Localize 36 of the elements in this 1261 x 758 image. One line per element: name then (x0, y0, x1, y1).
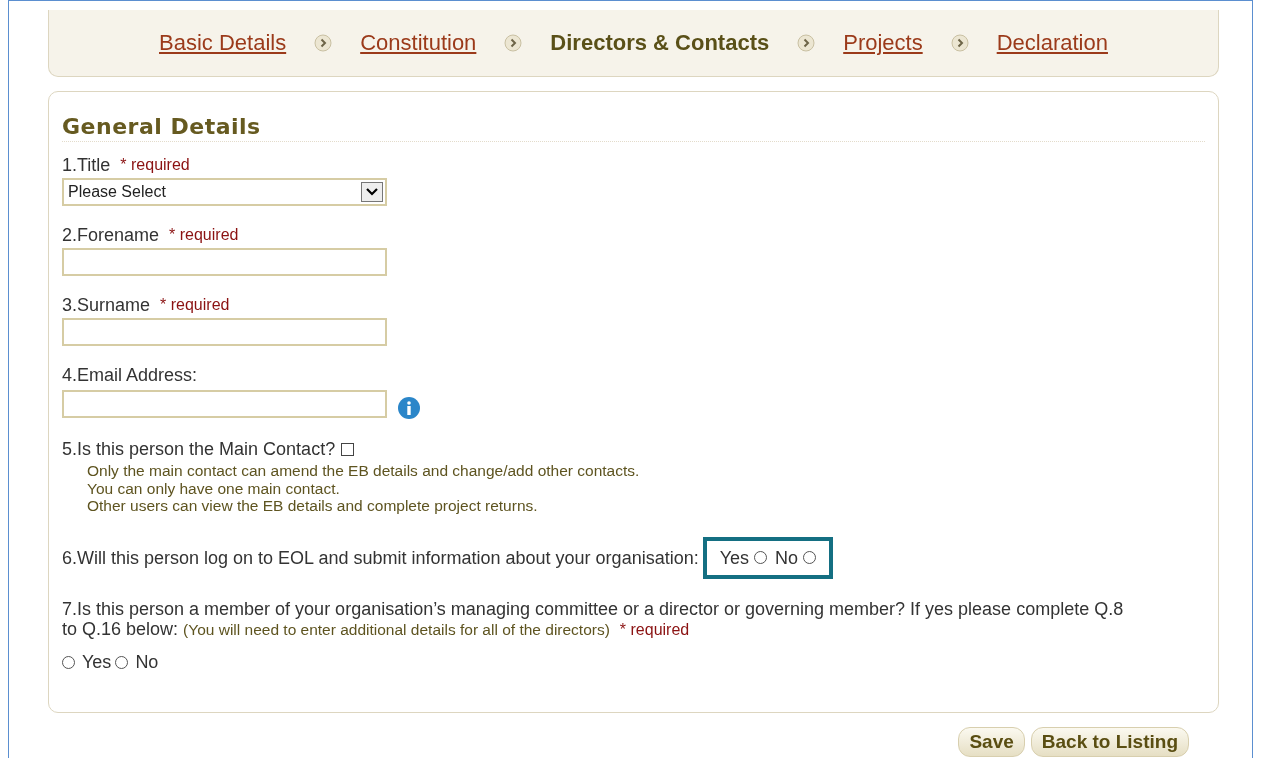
help-text: You can only have one main contact. (87, 479, 341, 497)
step-link[interactable]: Basic Details (159, 30, 287, 56)
field-label: 6.Will this person log on to EOL and submit information about your organisation: (62, 546, 699, 569)
current-step: Directors & Contacts (550, 30, 770, 56)
required-note: * required (169, 225, 239, 245)
required-note: * required (120, 155, 190, 175)
option-label: Yes (719, 546, 750, 569)
back-button[interactable]: Back to Listing (1030, 727, 1189, 757)
step-link[interactable]: Projects (843, 30, 923, 56)
save-button[interactable]: Save (958, 727, 1025, 757)
chevron-icon (797, 34, 816, 52)
field-label: 4.Email Address: (62, 364, 198, 386)
field-label: 2.Forename (62, 224, 160, 246)
input-field[interactable] (62, 318, 387, 346)
caret-icon[interactable] (361, 182, 383, 202)
help-text: Only the main contact can amend the EB details and change/add other contacts. (87, 462, 641, 480)
chevron-icon (504, 34, 523, 52)
required-note: * required (160, 295, 230, 315)
title-dropdown[interactable]: Please Select (62, 178, 387, 206)
step-link[interactable]: Declaration (996, 30, 1108, 56)
input-field[interactable] (62, 390, 387, 418)
step-link[interactable]: Constitution (360, 30, 477, 56)
question-text: 7.Is this person a member of your organisation’s managing committee or a director or governing member? If yes please complete Q.8 to Q.16 below: (You will need to enter additional details for all of the directors) * required (62, 598, 1125, 640)
option-label: Yes (82, 651, 112, 673)
chevron-icon (950, 34, 969, 52)
field-label: 1.Title (62, 154, 111, 176)
checkbox[interactable] (341, 442, 355, 456)
info-icon[interactable] (397, 396, 421, 420)
field-label: 3.Surname (62, 294, 151, 316)
option-label: No (775, 546, 799, 569)
option-label: No (135, 651, 159, 673)
field-label: 5.Is this person the Main Contact? (62, 438, 336, 460)
help-text: Other users can view the EB details and complete project returns. (87, 497, 539, 515)
chevron-icon (314, 34, 333, 52)
input-field[interactable] (62, 248, 387, 276)
section-heading: General Details (62, 114, 1205, 142)
